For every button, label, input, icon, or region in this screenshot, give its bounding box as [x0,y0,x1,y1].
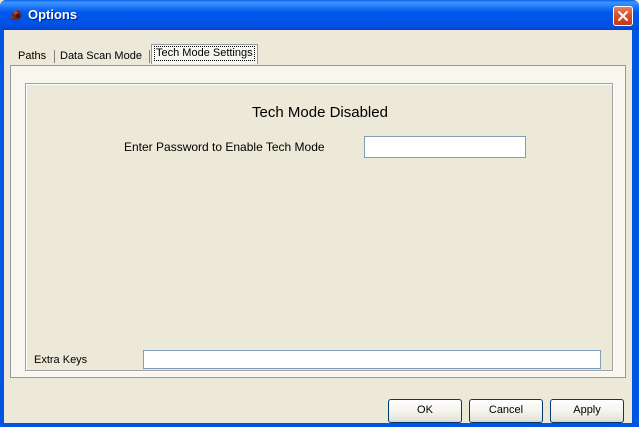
extra-keys-input[interactable] [143,350,601,369]
ok-button[interactable]: OK [388,399,462,423]
tech-mode-settings-panel: Tech Mode Disabled Enter Password to Ena… [10,65,626,378]
title-bar[interactable]: Options [0,0,639,30]
tab-tech-mode-settings-label: Tech Mode Settings [154,46,255,61]
tech-mode-status-heading: Tech Mode Disabled [252,104,388,121]
tab-data-scan-mode[interactable]: Data Scan Mode [60,48,142,65]
options-app-icon [8,7,24,23]
tab-paths[interactable]: Paths [18,48,46,65]
close-button[interactable] [613,6,633,26]
dialog-client-area: Paths Data Scan Mode Tech Mode Settings … [4,30,632,423]
tech-mode-group: Tech Mode Disabled Enter Password to Ena… [25,83,613,371]
password-label: Enter Password to Enable Tech Mode [124,140,325,154]
tab-divider [54,50,55,63]
tab-divider [149,50,150,63]
options-dialog: Options Paths Data Scan Mode Tech Mode S… [0,0,639,427]
close-icon [618,11,628,21]
tab-tech-mode-settings[interactable]: Tech Mode Settings [151,44,258,64]
extra-keys-label: Extra Keys [34,354,88,366]
apply-button[interactable]: Apply [550,399,624,423]
cancel-button[interactable]: Cancel [469,399,543,423]
window-title: Options [28,7,78,22]
password-input[interactable] [364,136,526,158]
